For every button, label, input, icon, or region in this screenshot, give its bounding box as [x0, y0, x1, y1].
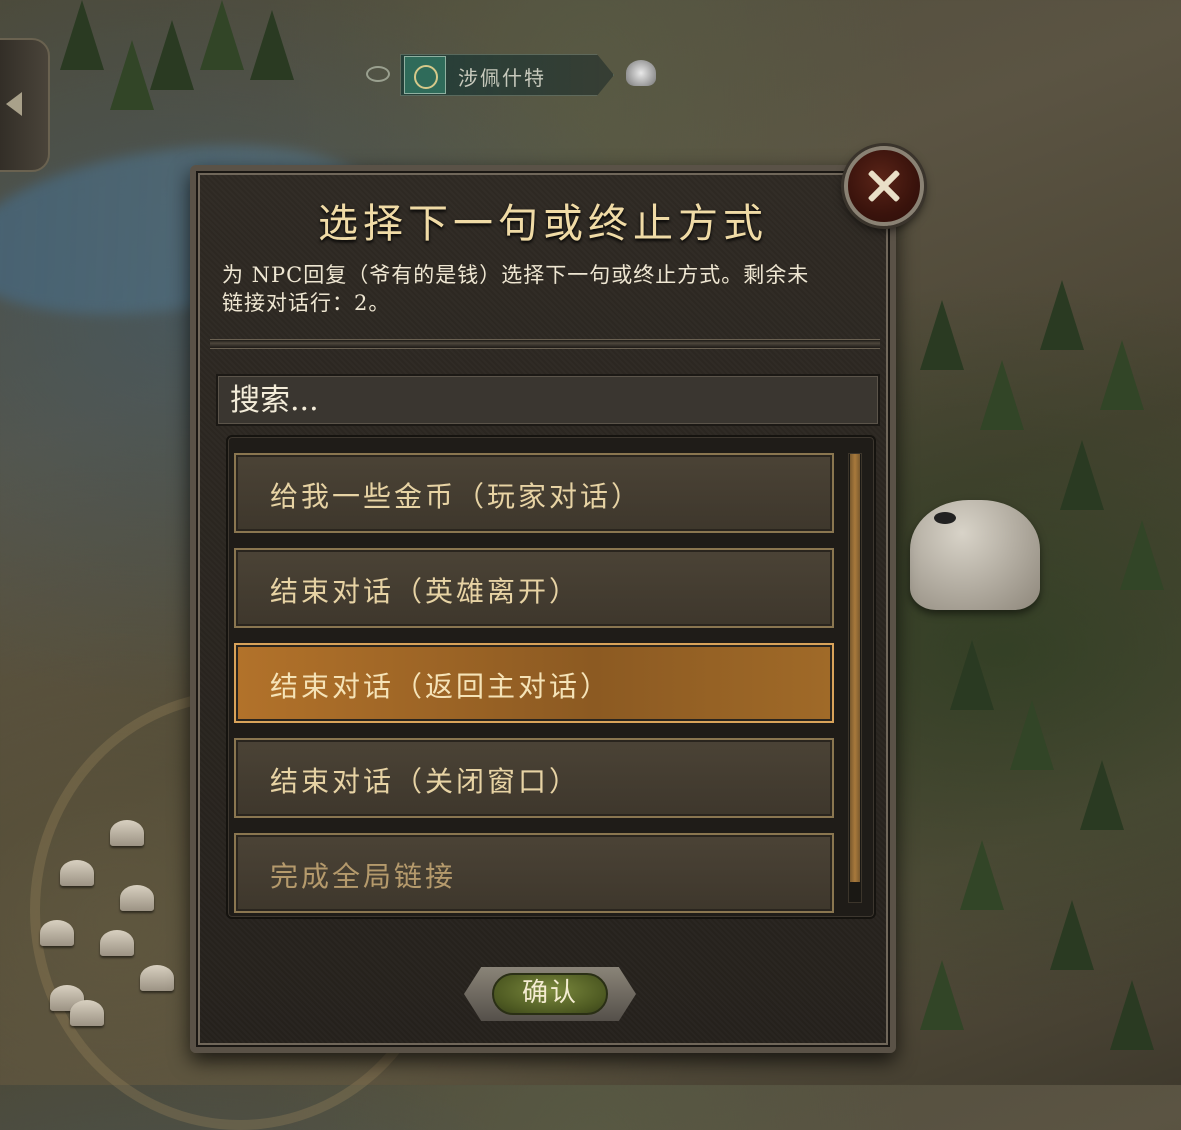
map-tree — [1010, 700, 1054, 770]
map-yurt — [120, 885, 154, 911]
map-tree — [1050, 900, 1094, 970]
scrollbar-thumb[interactable] — [850, 454, 860, 882]
map-tree — [250, 10, 294, 80]
option-item-selected[interactable]: 结束对话（返回主对话） — [234, 643, 834, 723]
back-arrow-icon — [6, 92, 22, 116]
map-yurt — [60, 860, 94, 886]
map-tree — [110, 40, 154, 110]
option-item[interactable]: 给我一些金币（玩家对话） — [234, 453, 834, 533]
map-yurt — [70, 1000, 104, 1026]
dialog-description: 为 NPC回复（爷有的是钱）选择下一句或终止方式。剩余未链接对话行：2。 — [222, 263, 810, 315]
map-building — [910, 500, 1040, 610]
map-tree — [1120, 520, 1164, 590]
map-tree — [60, 0, 104, 70]
faction-emblem-icon — [404, 56, 446, 94]
map-yurt — [100, 930, 134, 956]
map-tree — [1080, 760, 1124, 830]
side-panel-toggle[interactable] — [0, 38, 50, 172]
map-tree — [920, 960, 964, 1030]
map-tree — [1110, 980, 1154, 1050]
option-item[interactable]: 结束对话（关闭窗口） — [234, 738, 834, 818]
close-button[interactable] — [844, 146, 924, 226]
map-tree — [150, 20, 194, 90]
divider — [210, 339, 880, 349]
option-item[interactable]: 完成全局链接 — [234, 833, 834, 913]
link-dialog: 选择下一句或终止方式 为 NPC回复（爷有的是钱）选择下一句或终止方式。剩余未链… — [190, 165, 896, 1053]
helmet-icon — [626, 60, 656, 86]
map-yurt — [110, 820, 144, 846]
map-tree — [960, 840, 1004, 910]
settlement-nameplate[interactable]: 涉佩什特 — [360, 52, 660, 96]
confirm-button[interactable]: 确认 — [492, 973, 608, 1015]
scrollbar[interactable] — [848, 453, 862, 903]
settlement-name: 涉佩什特 — [458, 66, 546, 90]
search-input[interactable] — [216, 374, 880, 426]
map-tree — [1040, 280, 1084, 350]
option-list: 给我一些金币（玩家对话） 结束对话（英雄离开） 结束对话（返回主对话） 结束对话… — [226, 435, 876, 919]
map-tree — [1060, 440, 1104, 510]
dialog-title: 选择下一句或终止方式 — [318, 201, 768, 247]
map-tree — [920, 300, 964, 370]
map-tree — [1100, 340, 1144, 410]
map-tree — [950, 640, 994, 710]
option-item[interactable]: 结束对话（英雄离开） — [234, 548, 834, 628]
map-yurt — [40, 920, 74, 946]
map-yurt — [140, 965, 174, 991]
map-tree — [980, 360, 1024, 430]
confirm-button-frame: 确认 — [464, 967, 636, 1021]
map-tree — [200, 0, 244, 70]
eye-icon — [366, 66, 390, 82]
